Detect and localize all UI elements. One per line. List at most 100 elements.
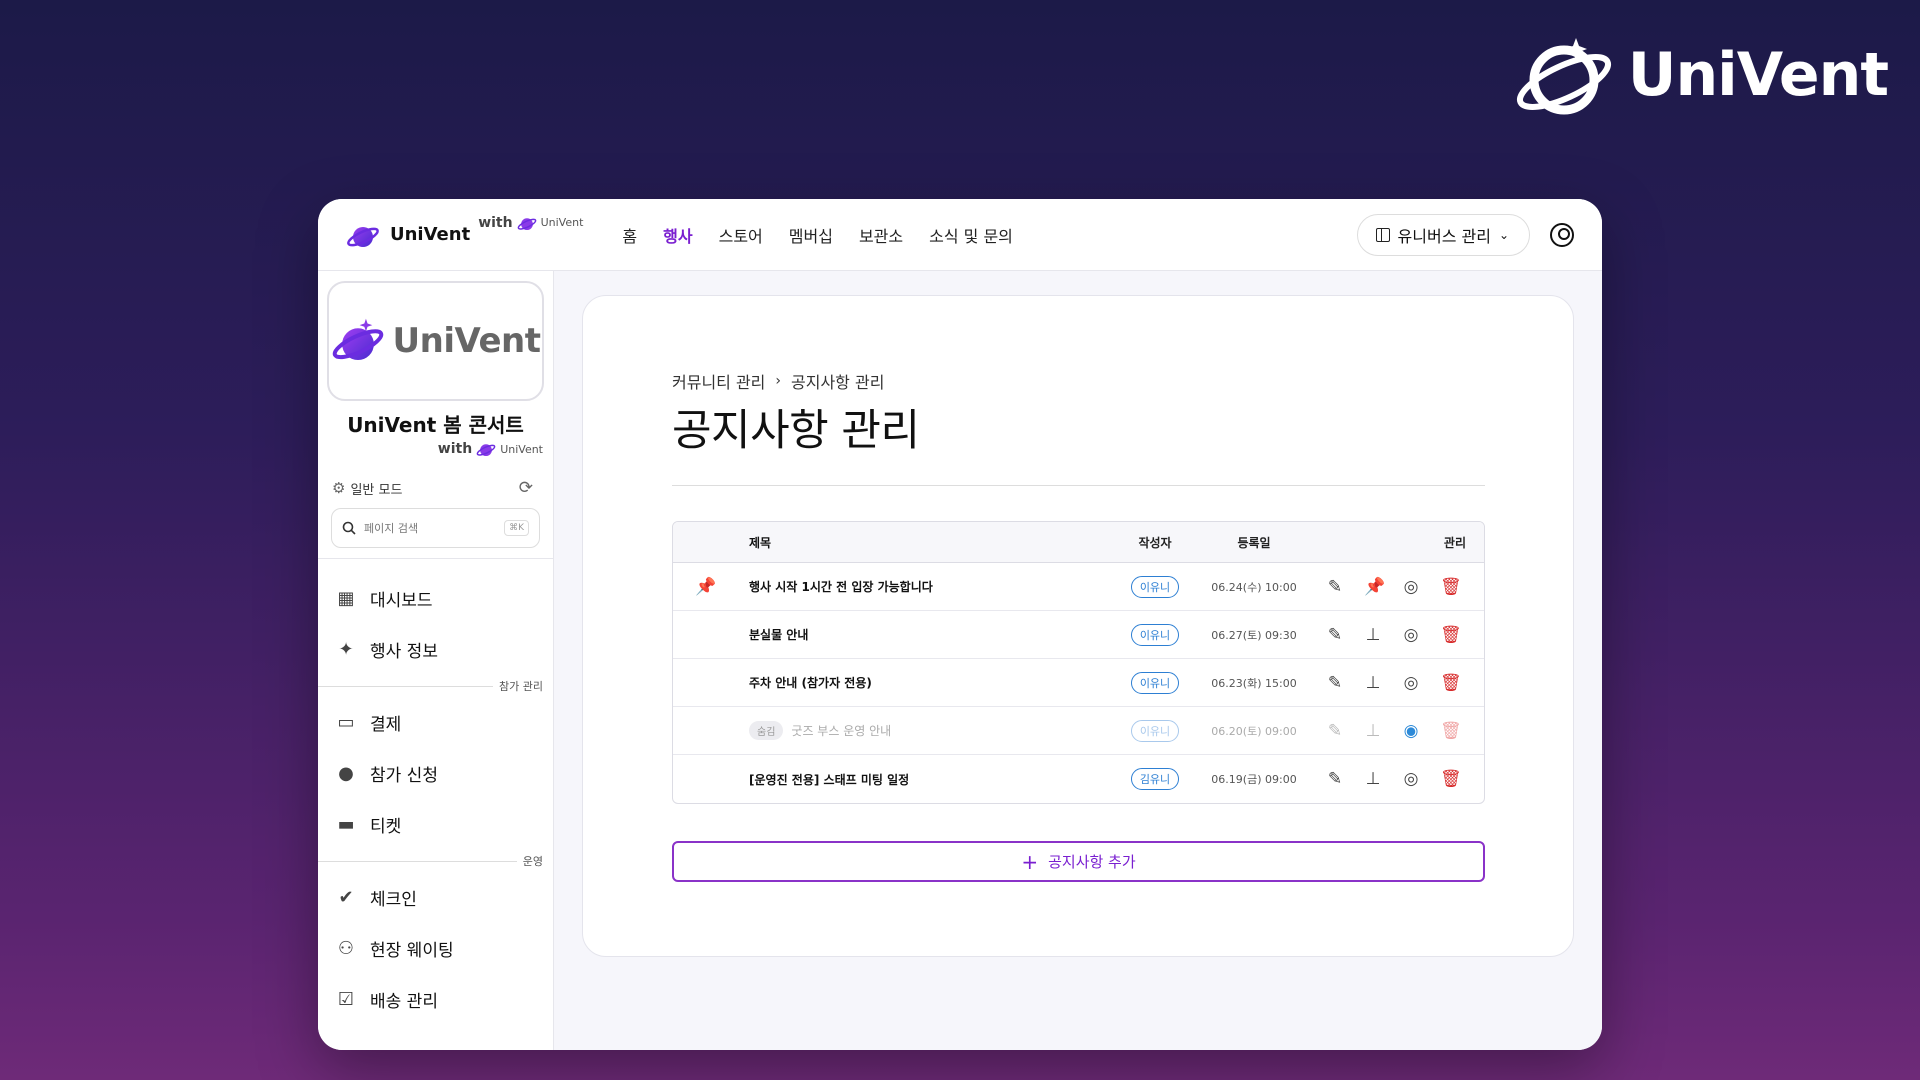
- row-actions: ✎ ⊥ ◎ 🗑: [1309, 625, 1484, 645]
- edit-icon[interactable]: ✎: [1326, 625, 1344, 645]
- sidebar-item-label: 티켓: [370, 817, 402, 837]
- row-actions: ✎ ⊥ ◎ 🗑: [1309, 769, 1484, 789]
- eye-icon[interactable]: ◉: [1402, 721, 1420, 741]
- chevron-down-icon: ⌄: [1498, 227, 1509, 242]
- title-divider: [672, 485, 1485, 486]
- edit-icon[interactable]: ✎: [1326, 673, 1344, 693]
- row-title[interactable]: 숨김 굿즈 부스 운영 안내: [749, 721, 1111, 740]
- pin-toggle-icon[interactable]: ⊥: [1364, 769, 1382, 789]
- eye-off-icon[interactable]: ◎: [1402, 673, 1420, 693]
- row-title[interactable]: [운영진 전용] 스태프 미팅 일정: [749, 771, 1111, 788]
- refresh-icon[interactable]: ⟳: [519, 478, 533, 498]
- header-date: 등록일: [1237, 535, 1271, 550]
- nav-storage[interactable]: 보관소: [846, 223, 916, 247]
- app-logo[interactable]: UniVent: [346, 220, 470, 250]
- sidebar-item-shipping[interactable]: ☑ 배송 관리: [318, 974, 553, 1025]
- sidebar-item-label: 참가 신청: [370, 766, 438, 786]
- table-row: 숨김 굿즈 부스 운영 안내 이유니 06.20(토) 09:00 ✎ ⊥ ◉ …: [673, 707, 1484, 755]
- sidebar-item-checkin[interactable]: ✔ 체크인: [318, 872, 553, 923]
- top-bar: UniVent with UniVent 홈 행사 스토어 멤버십 보관소 소식…: [318, 199, 1602, 271]
- sidebar-divider: [318, 558, 553, 559]
- row-author: 이유니: [1111, 719, 1199, 742]
- with-brand: UniVent: [500, 442, 543, 456]
- party-icon: ✦: [338, 639, 354, 660]
- row-title[interactable]: 행사 시작 1시간 전 입장 가능합니다: [749, 578, 1111, 595]
- sidebar-item-dashboard[interactable]: ▦ 대시보드: [318, 573, 553, 624]
- sidebar-item-payment[interactable]: ▭ 결제: [318, 697, 553, 748]
- mode-row: ⚙ 일반 모드 ⟳: [318, 478, 553, 498]
- header-author: 작성자: [1138, 535, 1172, 550]
- planet-icon: [517, 217, 536, 230]
- table-row: [운영진 전용] 스태프 미팅 일정 김유니 06.19(금) 09:00 ✎ …: [673, 755, 1484, 803]
- row-title[interactable]: 분실물 안내: [749, 626, 1111, 643]
- sidebar-item-label: 결제: [370, 715, 402, 735]
- author-chip: 이유니: [1130, 719, 1180, 742]
- author-chip: 이유니: [1130, 671, 1180, 694]
- pinned-mark: 📌: [673, 577, 749, 597]
- sidebar-item-event-info[interactable]: ✦ 행사 정보: [318, 624, 553, 675]
- trash-icon[interactable]: 🗑: [1440, 673, 1462, 693]
- row-title[interactable]: 주차 안내 (참가자 전용): [749, 674, 1111, 691]
- pin-icon: 📌: [695, 576, 717, 597]
- edit-icon[interactable]: ✎: [1326, 577, 1344, 597]
- with-label: with: [478, 214, 513, 231]
- sidebar: UniVent UniVent 봄 콘서트 with UniVent ⚙ 일반 …: [318, 271, 554, 1050]
- pin-toggle-icon[interactable]: ⊥: [1364, 721, 1382, 741]
- add-notice-label: 공지사항 추가: [1048, 853, 1136, 871]
- nav-news[interactable]: 소식 및 문의: [916, 223, 1026, 247]
- sidebar-item-registration[interactable]: ● 참가 신청: [318, 748, 553, 799]
- dashboard-icon: ▦: [337, 588, 355, 609]
- sidebar-item-label: 배송 관리: [370, 992, 438, 1012]
- row-author: 이유니: [1111, 623, 1199, 646]
- breadcrumb-item: 공지사항 관리: [791, 373, 885, 392]
- plus-icon: +: [1021, 849, 1039, 874]
- brand-corner: UniVent: [1514, 30, 1889, 120]
- trash-icon[interactable]: 🗑: [1440, 721, 1462, 741]
- eye-off-icon[interactable]: ◎: [1402, 577, 1420, 597]
- app-name: UniVent: [390, 224, 471, 245]
- pin-toggle-icon[interactable]: 📌: [1364, 577, 1385, 597]
- sidebar-item-waiting[interactable]: ⚇ 현장 웨이팅: [318, 923, 553, 974]
- pin-toggle-icon[interactable]: ⊥: [1364, 625, 1382, 645]
- planet-icon: [476, 444, 496, 457]
- hidden-tag: 숨김: [749, 721, 784, 740]
- layout-icon: [1375, 227, 1390, 242]
- notice-table: 제목 작성자 등록일 관리 📌 행사 시작 1시간 전 입장 가능합니다 이유니…: [672, 521, 1485, 804]
- search-shortcut: ⌘K: [504, 520, 529, 536]
- add-notice-button[interactable]: + 공지사항 추가: [672, 841, 1485, 882]
- mode-label: 일반 모드: [350, 482, 403, 498]
- app-window: UniVent with UniVent 홈 행사 스토어 멤버십 보관소 소식…: [318, 199, 1602, 1050]
- section-line: [318, 685, 494, 687]
- mode-toggle[interactable]: ⚙ 일반 모드: [332, 479, 402, 498]
- trash-icon[interactable]: 🗑: [1440, 625, 1462, 645]
- author-chip: 이유니: [1130, 575, 1180, 598]
- eye-off-icon[interactable]: ◎: [1402, 625, 1420, 645]
- trash-icon[interactable]: 🗑: [1440, 769, 1462, 789]
- row-date: 06.23(화) 15:00: [1211, 676, 1297, 690]
- nav-home[interactable]: 홈: [609, 223, 650, 247]
- breadcrumb-item[interactable]: 커뮤니티 관리: [672, 369, 765, 393]
- eye-off-icon[interactable]: ◎: [1402, 769, 1420, 789]
- pin-toggle-icon[interactable]: ⊥: [1364, 673, 1382, 693]
- sidebar-item-ticket[interactable]: ▬ 티켓: [318, 799, 553, 850]
- gear-icon: ⚙: [332, 479, 346, 497]
- page-title: 공지사항 관리: [672, 406, 920, 456]
- nav-membership[interactable]: 멤버십: [776, 223, 846, 247]
- row-date: 06.24(수) 10:00: [1211, 580, 1297, 594]
- edit-icon[interactable]: ✎: [1326, 721, 1344, 741]
- top-right-controls: 유니버스 관리 ⌄: [1356, 213, 1574, 256]
- header-title: 제목: [749, 535, 772, 550]
- nav-events[interactable]: 행사: [650, 223, 705, 247]
- universe-manage-button[interactable]: 유니버스 관리 ⌄: [1356, 213, 1530, 256]
- edit-icon[interactable]: ✎: [1326, 769, 1344, 789]
- nav-store[interactable]: 스토어: [706, 223, 776, 247]
- account-icon[interactable]: [1550, 222, 1574, 247]
- univent-logo-icon: [1516, 38, 1611, 115]
- page-search-input[interactable]: 페이지 검색 ⌘K: [331, 508, 540, 548]
- breadcrumb: 커뮤니티 관리 › 공지사항 관리: [672, 369, 884, 393]
- ticket-icon: ▬: [337, 814, 355, 835]
- trash-icon[interactable]: 🗑: [1440, 577, 1462, 597]
- table-row: 주차 안내 (참가자 전용) 이유니 06.23(화) 15:00 ✎ ⊥ ◎ …: [673, 659, 1484, 707]
- with-univent: with UniVent: [478, 214, 583, 232]
- table-row: 📌 행사 시작 1시간 전 입장 가능합니다 이유니 06.24(수) 10:0…: [673, 563, 1484, 611]
